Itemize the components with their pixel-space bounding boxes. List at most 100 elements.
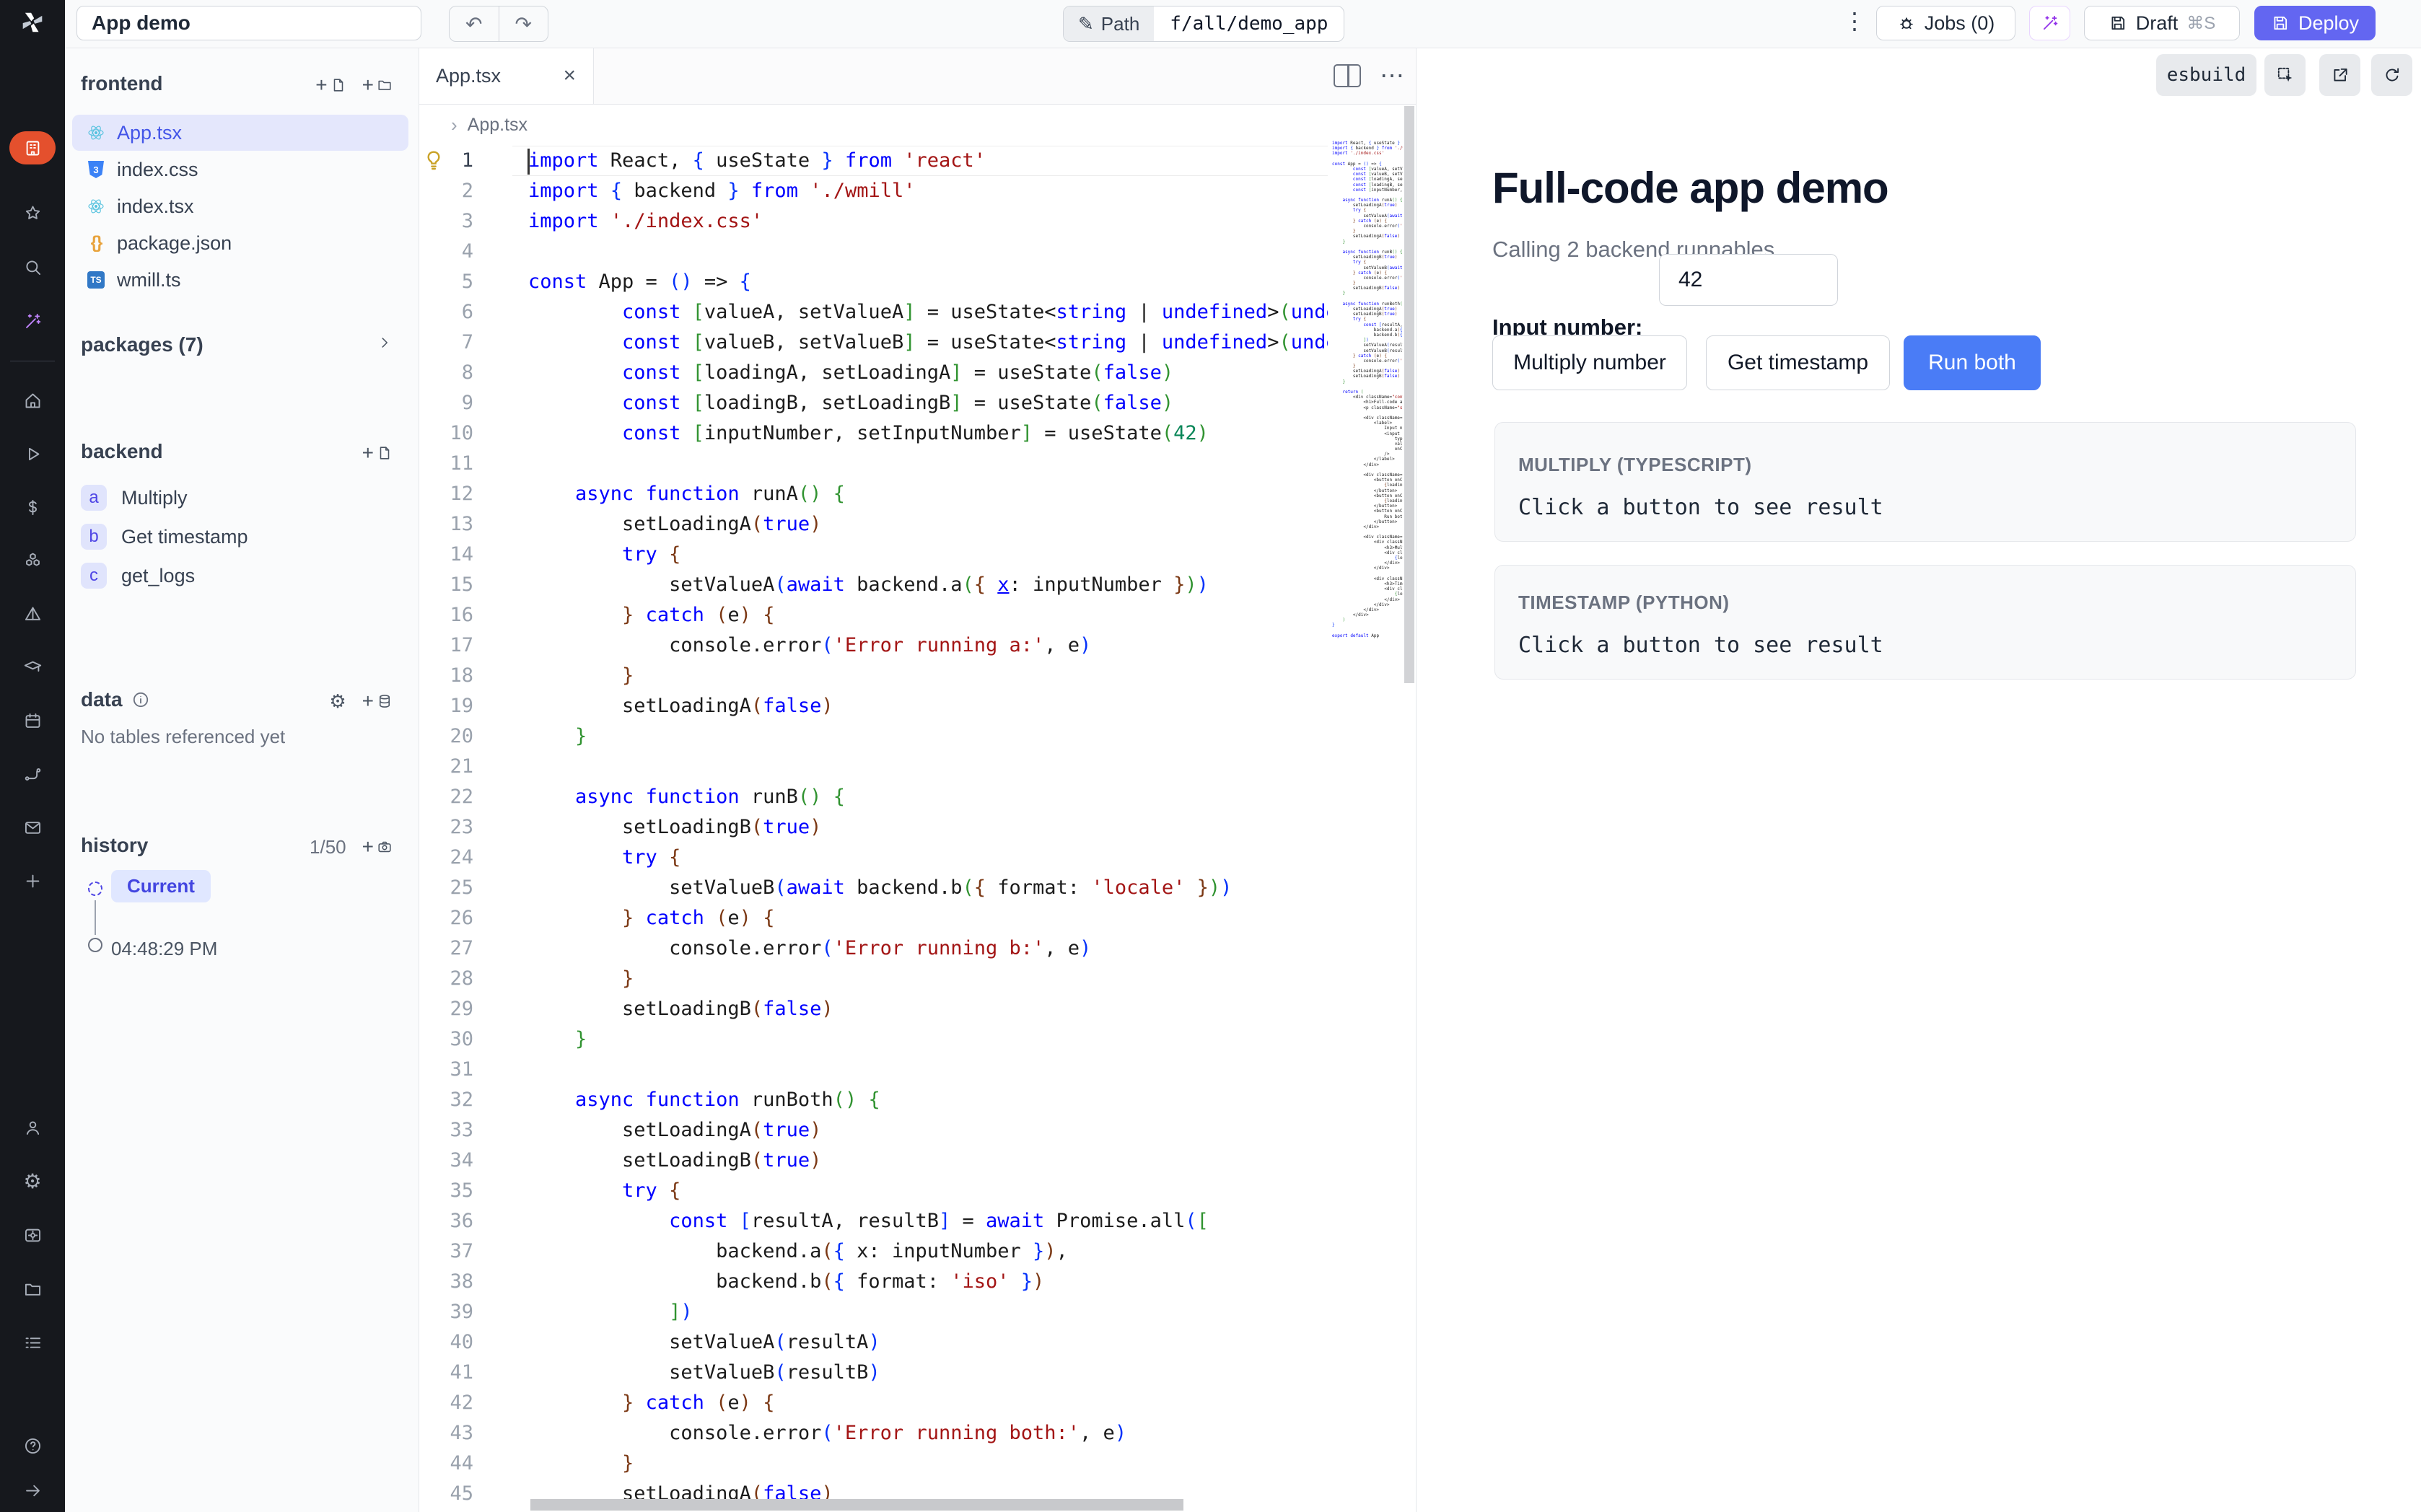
refresh-icon [2383, 66, 2402, 84]
open-external-button[interactable] [2319, 54, 2360, 96]
input-number-field[interactable] [1659, 254, 1838, 306]
rail-item-resources[interactable] [0, 539, 65, 582]
runnable-label: get_logs [121, 565, 195, 587]
rail-item-learn[interactable] [0, 646, 65, 689]
file-item-index.tsx[interactable]: index.tsx [72, 188, 408, 224]
code-line: <p className="subtitle">Calling 2 backen… [1328, 405, 1403, 410]
preview-button-multiply-number[interactable]: Multiply number [1492, 335, 1687, 390]
backend-item-get-timestamp[interactable]: bGet timestamp [81, 518, 248, 555]
minimap[interactable]: import React, { useState } from 'react'i… [1328, 141, 1403, 689]
rail-item-expand-sidebar[interactable] [0, 1469, 65, 1512]
code-line: async function runBoth() { [1328, 302, 1403, 307]
code-line: setLoadingB(false) [1328, 374, 1403, 379]
rail-item-inbox[interactable] [0, 806, 65, 849]
more-menu-icon[interactable]: ⋮ [1840, 7, 1869, 35]
rail-item-folders[interactable] [0, 1267, 65, 1311]
rail-item-favorites[interactable] [0, 191, 65, 234]
code-line: value={inputNumber} [1328, 441, 1403, 447]
app-name-input[interactable] [76, 6, 421, 40]
jobs-button[interactable]: Jobs (0) [1876, 6, 2015, 40]
inspect-select-button[interactable] [2264, 54, 2306, 96]
code-line: 27 console.error('Error running b:', e) [419, 933, 1328, 964]
rail-item-variables[interactable] [0, 485, 65, 529]
refresh-preview-button[interactable] [2371, 54, 2412, 96]
editor-breadcrumb: › App.tsx [419, 104, 1416, 146]
code-line [1328, 529, 1403, 535]
file-item-wmill.ts[interactable]: TSwmill.ts [72, 262, 408, 298]
rail-item-account[interactable] [0, 1106, 65, 1149]
rail-item-instance-settings[interactable] [0, 1213, 65, 1257]
bundler-badge[interactable]: esbuild [2156, 54, 2256, 96]
preview-button-run-both[interactable]: Run both [1904, 335, 2041, 390]
add-file-button[interactable]: + [315, 74, 346, 97]
file-name: package.json [117, 232, 232, 255]
gear-icon[interactable]: ⚙ [329, 692, 346, 711]
backend-item-get_logs[interactable]: cget_logs [81, 557, 195, 594]
backend-item-multiply[interactable]: aMultiply [81, 479, 188, 517]
code-line: const [loadingA, setLoadingA] = useState… [1328, 177, 1403, 182]
tab-app-tsx[interactable]: App.tsx× [419, 48, 594, 104]
code-line: 6 const [valueA, setValueA] = useState<s… [419, 297, 1328, 328]
code-line: try { [1328, 208, 1403, 213]
file-item-package.json[interactable]: {}package.json [72, 225, 408, 261]
history-actions: 1/50 + [310, 835, 393, 858]
code-line: 19 setLoadingA(false) [419, 691, 1328, 721]
code-line: 4 [419, 237, 1328, 267]
code-line: const [loadingB, setLoadingB] = useState… [1328, 183, 1403, 188]
code-line: const [inputNumber, setInputNumber] = us… [1328, 188, 1403, 193]
deploy-button[interactable]: Deploy [2254, 6, 2376, 40]
add-snapshot-button[interactable]: + [362, 835, 393, 858]
undo-button[interactable]: ↶ [450, 6, 499, 41]
code-line: <h3>Multiply (Typescript)</h3> [1328, 545, 1403, 550]
code-line: 41 setValueB(resultB) [419, 1358, 1328, 1388]
editor-vertical-scrollbar[interactable] [1404, 106, 1414, 683]
add-runnable-button[interactable]: + [362, 441, 393, 465]
editor-more-icon[interactable]: ⋯ [1380, 61, 1404, 90]
close-tab-icon[interactable]: × [563, 63, 576, 88]
rail-item-search[interactable] [0, 245, 65, 289]
draft-button[interactable]: Draft ⌘S [2084, 6, 2240, 40]
code-line: 13 setLoadingA(true) [419, 509, 1328, 540]
rail-item-help[interactable] [0, 1424, 65, 1467]
code-editor[interactable]: 1import React, { useState } from 'react'… [419, 146, 1328, 1512]
rail-item-ai-wand[interactable] [0, 299, 65, 343]
code-line: </button> [1328, 504, 1403, 509]
code-line: 14 try { [419, 540, 1328, 570]
packages-expand-button[interactable] [377, 335, 393, 351]
rail-item-flows[interactable] [0, 752, 65, 796]
code-line: console.error('Error running both:', e) [1328, 359, 1403, 364]
windmill-logo-icon[interactable] [19, 9, 46, 36]
code-line: 43 console.error('Error running both:', … [419, 1418, 1328, 1449]
rail-item-triggers[interactable] [0, 592, 65, 636]
snapshot-timestamp[interactable]: 04:48:29 PM [111, 938, 217, 960]
file-item-App.tsx[interactable]: App.tsx [72, 115, 408, 151]
ai-wand-button[interactable] [2029, 6, 2070, 40]
rail-item-workspace-apps[interactable] [9, 131, 56, 164]
code-line: </div> [1328, 561, 1403, 566]
code-line: 38 backend.b({ format: 'iso' }) [419, 1267, 1328, 1297]
redo-button[interactable]: ↷ [499, 6, 548, 41]
code-line: } [1328, 291, 1403, 296]
code-line: 42 } catch (e) { [419, 1388, 1328, 1418]
rail-item-audit-logs[interactable] [0, 1321, 65, 1364]
select-cursor-icon [2276, 66, 2295, 84]
preview-button-get-timestamp[interactable]: Get timestamp [1706, 335, 1890, 390]
database-icon [377, 693, 393, 709]
snapshot-dot [88, 938, 102, 952]
rail-item-settings[interactable]: ⚙ [0, 1160, 65, 1203]
editor-horizontal-scrollbar[interactable] [530, 1499, 1183, 1511]
rail-item-add[interactable] [0, 859, 65, 902]
pencil-icon: ✎ [1078, 13, 1094, 35]
rail-item-home[interactable] [0, 379, 65, 422]
lightbulb-icon[interactable] [422, 149, 445, 172]
rail-item-schedules[interactable] [0, 699, 65, 742]
path-value: f/all/demo_app [1154, 6, 1344, 41]
file-item-index.css[interactable]: 3index.css [72, 151, 408, 188]
path-editor[interactable]: ✎Path f/all/demo_app [1063, 6, 1344, 42]
add-folder-button[interactable]: + [362, 74, 393, 97]
rail-item-runs[interactable] [0, 432, 65, 475]
split-editor-icon[interactable] [1334, 64, 1361, 87]
add-table-button[interactable]: + [362, 690, 393, 713]
code-line: console.error('Error running a:', e) [1328, 224, 1403, 229]
current-version-badge[interactable]: Current [111, 870, 211, 902]
